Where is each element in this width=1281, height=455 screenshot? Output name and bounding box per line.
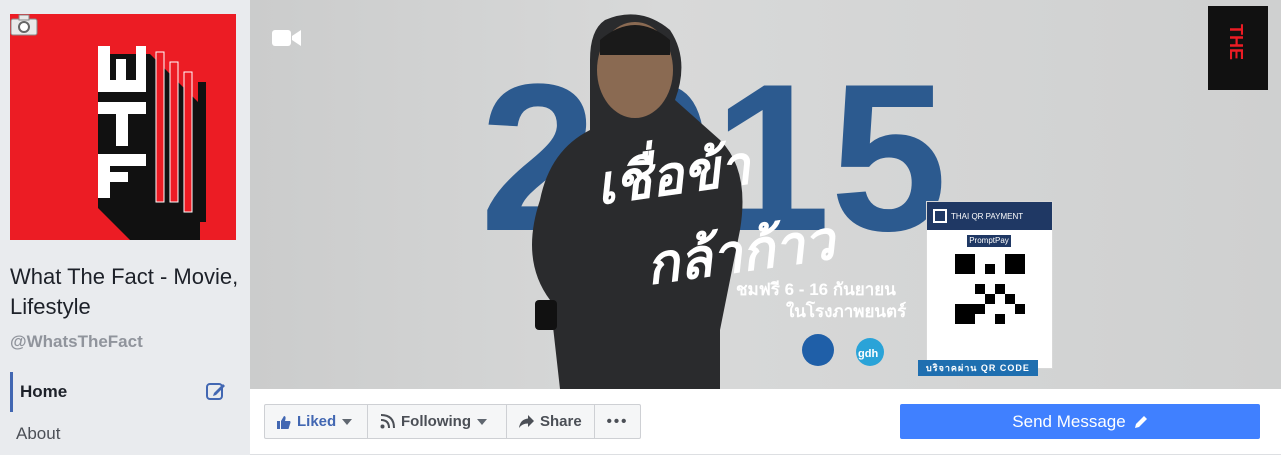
- more-options-button[interactable]: •••: [595, 405, 640, 438]
- page-action-bar: Liked Following Share ••• Send Message: [250, 389, 1281, 455]
- sidebar-item-label: Home: [20, 382, 68, 401]
- action-button-group: Liked Following Share •••: [264, 404, 641, 439]
- liked-label: Liked: [297, 413, 337, 430]
- page-sidebar: What The Fact - Movie, Lifestyle @WhatsT…: [0, 0, 250, 455]
- pencil-icon: [1134, 415, 1147, 428]
- chevron-down-icon: [476, 418, 487, 425]
- liked-button[interactable]: Liked: [265, 405, 368, 438]
- camera-icon[interactable]: [10, 14, 38, 36]
- qr-code-icon: [955, 254, 1025, 324]
- send-message-label: Send Message: [1012, 411, 1126, 431]
- edit-icon[interactable]: [206, 381, 226, 401]
- share-label: Share: [540, 413, 582, 430]
- sidebar-item-about[interactable]: About: [10, 414, 238, 454]
- following-label: Following: [401, 413, 471, 430]
- thai-qr-icon: [933, 209, 947, 223]
- page-username[interactable]: @WhatsTheFact: [10, 332, 143, 352]
- svg-text:THE: THE: [1226, 24, 1246, 60]
- video-icon: [272, 30, 301, 46]
- page-title: What The Fact - Movie, Lifestyle: [10, 264, 239, 319]
- share-button[interactable]: Share: [507, 405, 595, 438]
- qr-footer-banner: บริจาคผ่าน QR CODE: [918, 360, 1038, 376]
- sidebar-item-home[interactable]: Home: [10, 372, 238, 412]
- wtf-logo: [98, 46, 206, 240]
- qr-header-text: THAI QR PAYMENT: [951, 211, 1024, 221]
- cover-photo[interactable]: 2015 เชื่อข้า กล้าก้าว THE gdh ชมฟรี 6 -…: [250, 0, 1281, 389]
- qr-payment-card: THAI QR PAYMENT PromptPay: [926, 201, 1053, 369]
- promptpay-label: PromptPay: [967, 235, 1011, 247]
- profile-picture[interactable]: [10, 14, 236, 240]
- cover-venue-text: ในโรงภาพยนตร์: [786, 302, 907, 321]
- rss-icon: [380, 414, 395, 429]
- share-arrow-icon: [519, 415, 534, 428]
- send-message-button[interactable]: Send Message: [900, 404, 1260, 439]
- following-button[interactable]: Following: [368, 405, 507, 438]
- chevron-down-icon: [342, 418, 353, 425]
- sidebar-item-label: About: [16, 424, 61, 443]
- thumbs-up-icon: [277, 415, 291, 429]
- more-icon: •••: [606, 413, 629, 430]
- svg-text:gdh: gdh: [858, 348, 878, 360]
- cover-artwork: 2015 เชื่อข้า กล้าก้าว THE gdh: [480, 6, 1268, 389]
